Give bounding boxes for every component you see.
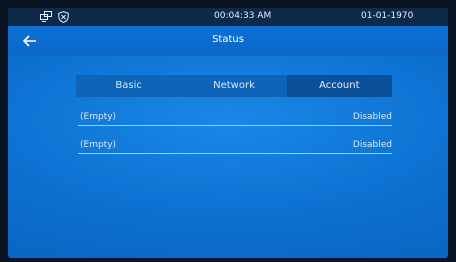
network-icon <box>40 11 52 23</box>
title-bar: Status <box>8 26 448 56</box>
clock-date: 01-01-1970 <box>361 11 414 21</box>
shield-icon <box>58 11 69 23</box>
tab-network[interactable]: Network <box>181 75 287 97</box>
status-bar: 00:04:33 AM 01-01-1970 <box>8 8 448 26</box>
account-name: (Empty) <box>80 112 117 122</box>
account-status: Disabled <box>352 112 392 122</box>
account-status: Disabled <box>352 140 392 150</box>
status-icons <box>40 11 69 23</box>
clock-time: 00:04:33 AM <box>214 11 272 21</box>
status-tabs: Basic Network Account <box>76 75 392 97</box>
tab-account[interactable]: Account <box>286 75 392 97</box>
account-row: (Empty) Disabled <box>78 139 392 154</box>
device-screen: 00:04:33 AM 01-01-1970 Status Basic Netw… <box>8 8 448 258</box>
tab-basic[interactable]: Basic <box>76 75 182 97</box>
page-title: Status <box>212 34 244 45</box>
account-row: (Empty) Disabled <box>78 111 392 126</box>
account-name: (Empty) <box>80 140 117 150</box>
